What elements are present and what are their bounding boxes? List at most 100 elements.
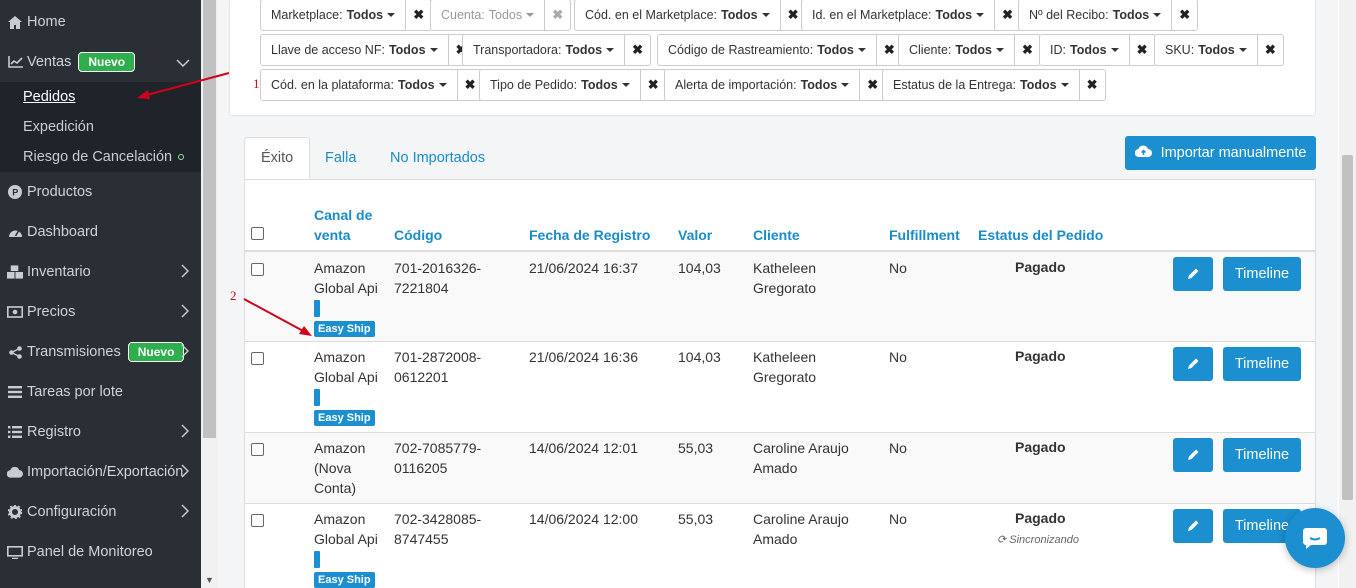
monitor-icon [7,544,23,560]
codigo-cell: 702-7085779- 0116205 [394,440,482,476]
edit-button[interactable] [1173,438,1213,472]
remove-filter-icon[interactable]: ✖ [1013,35,1040,65]
sidebar-subitem-expedicion[interactable]: Expedición [23,119,94,135]
filter-panel: Marketplace: Todos ✖ Cuenta: Todos ✖ Cód. en… [229,0,1316,116]
table-row: Amazon Global Api Easy Ship 701-2016326- 7… [245,250,1315,341]
chevron-right-icon[interactable] [181,344,190,362]
filter-sku[interactable]: SKU: Todos ✖ [1154,34,1284,66]
header-cliente[interactable]: Cliente [753,225,800,245]
status-dot [178,154,185,161]
codigo-cell: 702-3428085- 8747455 [394,511,482,547]
row-checkbox[interactable] [251,263,264,276]
import-button-label: Importar manualmente [1160,145,1307,161]
sidebar-item-registro[interactable]: Registro [0,412,201,452]
header-codigo[interactable]: Código [394,225,442,245]
canal-cell: Amazon Global Api [314,511,378,547]
header-estatus[interactable]: Estatus del Pedido [978,225,1103,245]
edit-button[interactable] [1173,347,1213,381]
status-badge: Pagado [1015,259,1066,275]
sidebar-item-inventario[interactable]: Inventario [0,252,201,292]
edit-button[interactable] [1173,257,1213,291]
page-scrollbar[interactable] [1339,0,1356,588]
filter-rastreamiento[interactable]: Código de Rastreamiento: Todos ✖ [657,34,903,66]
select-all-checkbox[interactable] [251,227,264,240]
scroll-down-arrow-icon[interactable]: ▼ [205,575,214,585]
filter-llave-nf[interactable]: Llave de acceso NF:Todos✖ [260,34,475,66]
sidebar-item-tareas[interactable]: Tareas por lote [0,372,201,412]
tab-exito[interactable]: Éxito [244,137,311,179]
orders-table: Canal de venta Código Fecha de Registro V… [244,179,1316,588]
remove-filter-icon[interactable]: ✖ [639,70,666,100]
sidebar-item-transmisiones[interactable]: Transmisiones Nuevo [0,332,201,372]
fecha-cell: 21/06/2024 16:36 [529,349,638,365]
sidebar-item-label: Tareas por lote [27,384,123,400]
header-fulfillment[interactable]: Fulfillment [889,225,960,245]
filter-cod-marketplace[interactable]: Cód. en el Marketplace: Todos ✖ [574,0,807,31]
sidebar-item-importacion[interactable]: Importación/Exportación [0,452,201,492]
edit-button[interactable] [1173,509,1213,543]
chat-button[interactable] [1285,508,1345,568]
filter-marketplace[interactable]: Marketplace: Todos ✖ [260,0,433,31]
remove-filter-icon[interactable]: ✖ [1128,35,1155,65]
filter-estatus-entrega[interactable]: Estatus de la Entrega: Todos ✖ [882,69,1106,101]
sidebar-item-dashboard[interactable]: Dashboard [0,212,201,252]
valor-cell: 55,03 [678,440,714,456]
sidebar-item-monitoreo[interactable]: Panel de Monitoreo [0,532,201,572]
sidebar-item-precios[interactable]: Precios [0,292,201,332]
sidebar-item-label: Productos [27,184,93,200]
list-icon [7,384,23,400]
row-checkbox[interactable] [251,352,264,365]
timeline-button[interactable]: Timeline [1223,257,1301,291]
tab-no-importados[interactable]: No Importados [374,137,501,179]
row-checkbox[interactable] [251,443,264,456]
easy-ship-tag: Easy Ship [314,572,375,588]
chevron-right-icon[interactable] [181,304,190,322]
filter-cuenta[interactable]: Cuenta: Todos ✖ [430,0,572,31]
import-manual-button[interactable]: Importar manualmente [1125,136,1316,170]
filter-id-marketplace[interactable]: Id. en el Marketplace: Todos ✖ [801,0,1022,31]
gear-icon [7,504,23,520]
chevron-right-icon[interactable] [181,464,190,482]
filter-id[interactable]: ID: Todos ✖ [1039,34,1156,66]
table-row: Amazon (Nova Conta) 702-7085779- 0116205 14… [245,432,1315,503]
header-fecha[interactable]: Fecha de Registro [529,225,650,245]
cubes-icon [7,264,23,280]
chevron-right-icon[interactable] [181,424,190,442]
sidebar-item-ventas[interactable]: Ventas Nuevo [0,42,201,82]
header-canal[interactable]: Canal de venta [314,205,372,245]
filter-transportadora[interactable]: Transportadora: Todos ✖ [462,34,652,66]
remove-filter-icon[interactable]: ✖ [1171,0,1197,30]
remove-filter-icon[interactable]: ✖ [544,0,570,30]
header-valor[interactable]: Valor [678,225,712,245]
filter-recibo[interactable]: Nº del Recibo: Todos ✖ [1018,0,1199,31]
sidebar-subitem-riesgo[interactable]: Riesgo de Cancelación [23,149,185,165]
sidebar-subitem-pedidos[interactable]: Pedidos [23,89,75,105]
filter-alerta[interactable]: Alerta de importación: Todos ✖ [664,69,887,101]
tab-falla[interactable]: Falla [309,137,372,179]
scrollbar-thumb[interactable] [203,0,216,438]
filter-cliente[interactable]: Cliente: Todos ✖ [898,34,1041,66]
remove-filter-icon[interactable]: ✖ [405,0,431,30]
sidebar-item-home[interactable]: Home [0,2,201,42]
filter-cod-plataforma[interactable]: Cód. en la plataforma: Todos ✖ [260,69,484,101]
sidebar-scrollbar[interactable]: ▼ [201,0,218,588]
scrollbar-thumb[interactable] [1342,155,1353,500]
channel-indicator [314,300,320,317]
timeline-button[interactable]: Timeline [1223,438,1301,472]
sidebar-item-productos[interactable]: P Productos [0,172,201,212]
row-checkbox[interactable] [251,514,264,527]
remove-filter-icon[interactable]: ✖ [994,0,1020,30]
chevron-down-icon[interactable] [176,56,190,72]
sidebar-subitem-label: Riesgo de Cancelación [23,149,173,165]
timeline-button[interactable]: Timeline [1223,347,1301,381]
codigo-cell: 701-2016326- 7221804 [394,260,482,296]
dashboard-icon [7,224,23,240]
remove-filter-icon[interactable]: ✖ [1256,35,1283,65]
filter-tipo-pedido[interactable]: Tipo de Pedido: Todos ✖ [479,69,667,101]
remove-filter-icon[interactable]: ✖ [624,35,650,65]
chevron-right-icon[interactable] [181,504,190,522]
chevron-right-icon[interactable] [181,264,190,282]
sidebar-item-configuracion[interactable]: Configuración [0,492,201,532]
sidebar: Home Ventas Nuevo Pedidos Expedición Rie… [0,0,201,588]
remove-filter-icon[interactable]: ✖ [1078,70,1105,100]
